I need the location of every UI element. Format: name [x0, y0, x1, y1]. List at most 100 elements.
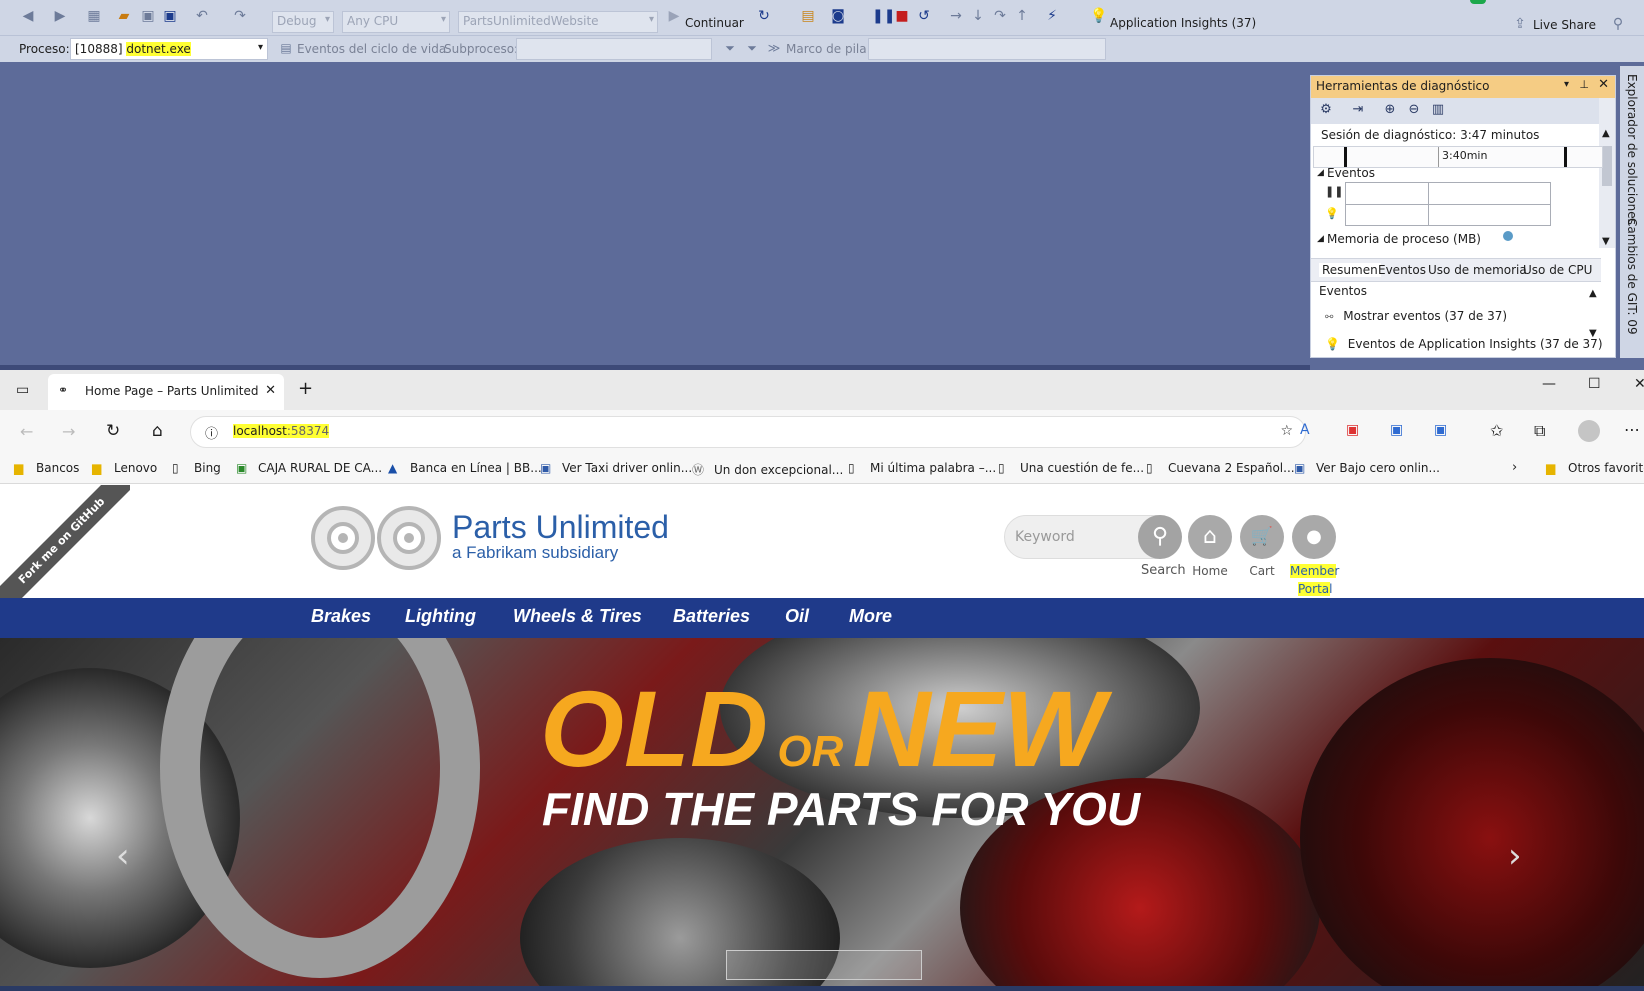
tab-events[interactable]: Eventos — [1378, 263, 1426, 277]
nav-lighting[interactable]: Lighting — [405, 606, 476, 627]
export-icon[interactable]: ⇥ — [1349, 102, 1367, 120]
member-portal-button[interactable]: ● — [1292, 515, 1336, 559]
refresh-icon[interactable]: ↻ — [756, 8, 772, 24]
other-favorites[interactable]: ▆Otros favoritos — [1546, 461, 1644, 475]
hero-cta-button[interactable] — [726, 950, 922, 980]
save-all-icon[interactable]: ▣ — [162, 8, 178, 24]
favorite-item[interactable]: ▯ Bing — [172, 461, 221, 475]
save-icon[interactable]: ▣ — [140, 8, 156, 24]
scroll-up-icon[interactable]: ▲ — [1602, 128, 1610, 139]
filter-icon[interactable]: ⏷ — [722, 40, 738, 56]
zoom-out-icon[interactable]: ⊖ — [1405, 102, 1423, 120]
screenshot-icon[interactable]: ◙ — [830, 8, 846, 24]
solution-explorer-tab[interactable]: Explorador de soluciones — [1625, 74, 1639, 225]
tab-cpu-usage[interactable]: Uso de CPU — [1523, 263, 1592, 277]
live-share-button[interactable]: Live Share — [1533, 18, 1596, 32]
back-icon[interactable]: ◀ — [20, 8, 36, 24]
cart-button[interactable]: 🛒 — [1240, 515, 1284, 559]
home-button[interactable]: ⌂ — [1188, 515, 1232, 559]
scrollbar-thumb[interactable] — [1602, 146, 1612, 186]
profile-avatar[interactable] — [1578, 420, 1600, 442]
git-changes-tab[interactable]: Cambios de GIT: 09 — [1625, 218, 1639, 335]
project-select[interactable]: PartsUnlimitedWebsite — [458, 11, 658, 33]
favorite-item[interactable]: ▣ Ver Bajo cero onlin... — [1294, 461, 1440, 475]
extension-icon[interactable]: ▣ — [1434, 422, 1447, 438]
nav-batteries[interactable]: Batteries — [673, 606, 750, 627]
timeline-start-handle[interactable] — [1344, 147, 1347, 167]
nav-more[interactable]: More — [849, 606, 892, 627]
stop-icon[interactable]: ■ — [894, 8, 910, 24]
cart-label[interactable]: Cart — [1242, 564, 1282, 578]
zoom-in-icon[interactable]: ⊕ — [1381, 102, 1399, 120]
collapse-icon[interactable]: ◢ — [1317, 168, 1324, 178]
timeline-ruler[interactable]: 3:40min — [1313, 146, 1603, 168]
extension-icon[interactable]: ▣ — [1346, 422, 1359, 438]
brand-logo[interactable] — [310, 505, 442, 571]
browser-link-icon[interactable]: ▤ — [800, 8, 816, 24]
add-favorite-icon[interactable]: ☆ — [1280, 423, 1293, 439]
favorite-item[interactable]: ▲ Banca en Línea | BB... — [388, 461, 542, 475]
panel-scrollbar[interactable]: ▲ ▼ — [1599, 98, 1615, 248]
scroll-up-icon[interactable]: ▲ — [1589, 288, 1597, 299]
undo-icon[interactable]: ↶ — [194, 8, 210, 24]
step-into-icon[interactable]: ↓ — [970, 8, 986, 24]
favorite-item[interactable]: Ⓦ Un don excepcional... — [692, 461, 843, 478]
step-next-icon[interactable]: → — [948, 8, 964, 24]
scroll-down-icon[interactable]: ▼ — [1602, 236, 1610, 247]
forward-icon[interactable]: → — [62, 422, 75, 441]
tab-memory-usage[interactable]: Uso de memoria — [1428, 263, 1527, 277]
close-icon[interactable]: ✕ — [1598, 77, 1609, 92]
home-icon[interactable]: ⌂ — [152, 421, 163, 441]
new-tab-icon[interactable]: + — [298, 378, 313, 399]
nav-brakes[interactable]: Brakes — [311, 606, 371, 627]
favorite-item[interactable]: ▣ Ver Taxi driver onlin... — [540, 461, 692, 475]
extension-icon[interactable]: ▣ — [1390, 422, 1403, 438]
carousel-next-icon[interactable]: › — [1508, 836, 1522, 876]
browser-tab[interactable]: ⚭ Home Page – Parts Unlimited ✕ — [48, 374, 284, 410]
stack-frame-select[interactable] — [868, 38, 1106, 60]
home-label[interactable]: Home — [1190, 564, 1230, 578]
favorite-item[interactable]: ▆ Bancos — [14, 461, 79, 475]
more-icon[interactable]: ⋯ — [1624, 420, 1640, 439]
new-project-icon[interactable]: ▦ — [86, 8, 102, 24]
restart-icon[interactable]: ↺ — [916, 8, 932, 24]
process-select[interactable]: [10888] dotnet.exe ▾ — [70, 38, 268, 60]
open-folder-icon[interactable]: ▰ — [116, 8, 132, 24]
tab-actions-icon[interactable]: ▭ — [16, 382, 29, 398]
reload-icon[interactable]: ↻ — [106, 421, 120, 441]
play-icon[interactable]: ▶ — [666, 8, 682, 24]
github-ribbon[interactable]: Fork me on GitHub — [0, 485, 130, 615]
flag-threads-icon[interactable]: ≫ — [766, 40, 782, 56]
nav-oil[interactable]: Oil — [785, 606, 809, 627]
favorite-item[interactable]: ▯ Cuevana 2 Español... — [1146, 461, 1295, 475]
translate-icon[interactable]: A — [1300, 422, 1310, 438]
search-button[interactable]: ⚲ — [1138, 515, 1182, 559]
chart-icon[interactable]: ▥ — [1429, 102, 1447, 120]
feedback-icon[interactable]: ⚲ — [1610, 16, 1626, 32]
tab-summary[interactable]: Resumen — [1319, 263, 1381, 277]
maximize-icon[interactable]: ☐ — [1588, 376, 1601, 392]
address-input[interactable]: ⓘ localhost:58374 ☆ — [190, 416, 1306, 448]
pin-icon[interactable]: ⊥ — [1579, 78, 1589, 91]
minimize-icon[interactable]: — — [1542, 376, 1556, 392]
favorite-item[interactable]: ▆ Lenovo — [92, 461, 157, 475]
favorite-item[interactable]: ▯ Una cuestión de fe... — [998, 461, 1144, 475]
app-insights-events-link[interactable]: 💡 Eventos de Application Insights (37 de… — [1325, 337, 1603, 351]
app-insights-icon[interactable]: 💡 — [1090, 8, 1107, 24]
search-label[interactable]: Search — [1141, 563, 1186, 578]
forward-icon[interactable]: ▶ — [52, 8, 68, 24]
live-share-icon[interactable]: ⇪ — [1512, 16, 1528, 32]
favorite-item[interactable]: ▣ CAJA RURAL DE CA... — [236, 461, 382, 475]
config-select[interactable]: Debug — [272, 11, 334, 33]
close-tab-icon[interactable]: ✕ — [265, 383, 276, 398]
filter-clear-icon[interactable]: ⏷ — [744, 40, 760, 56]
portal-label[interactable]: Portal — [1298, 582, 1332, 596]
collapse-icon[interactable]: ◢ — [1317, 234, 1324, 244]
info-icon[interactable]: ⓘ — [205, 423, 218, 442]
dropdown-icon[interactable]: ▾ — [1564, 79, 1569, 90]
lifecycle-events-button[interactable]: Eventos del ciclo de vida — [297, 42, 446, 56]
continue-button[interactable]: Continuar — [685, 16, 744, 30]
nav-wheels-tires[interactable]: Wheels & Tires — [513, 606, 642, 627]
carousel-prev-icon[interactable]: ‹ — [116, 836, 130, 876]
step-out-icon[interactable]: ↑ — [1014, 8, 1030, 24]
